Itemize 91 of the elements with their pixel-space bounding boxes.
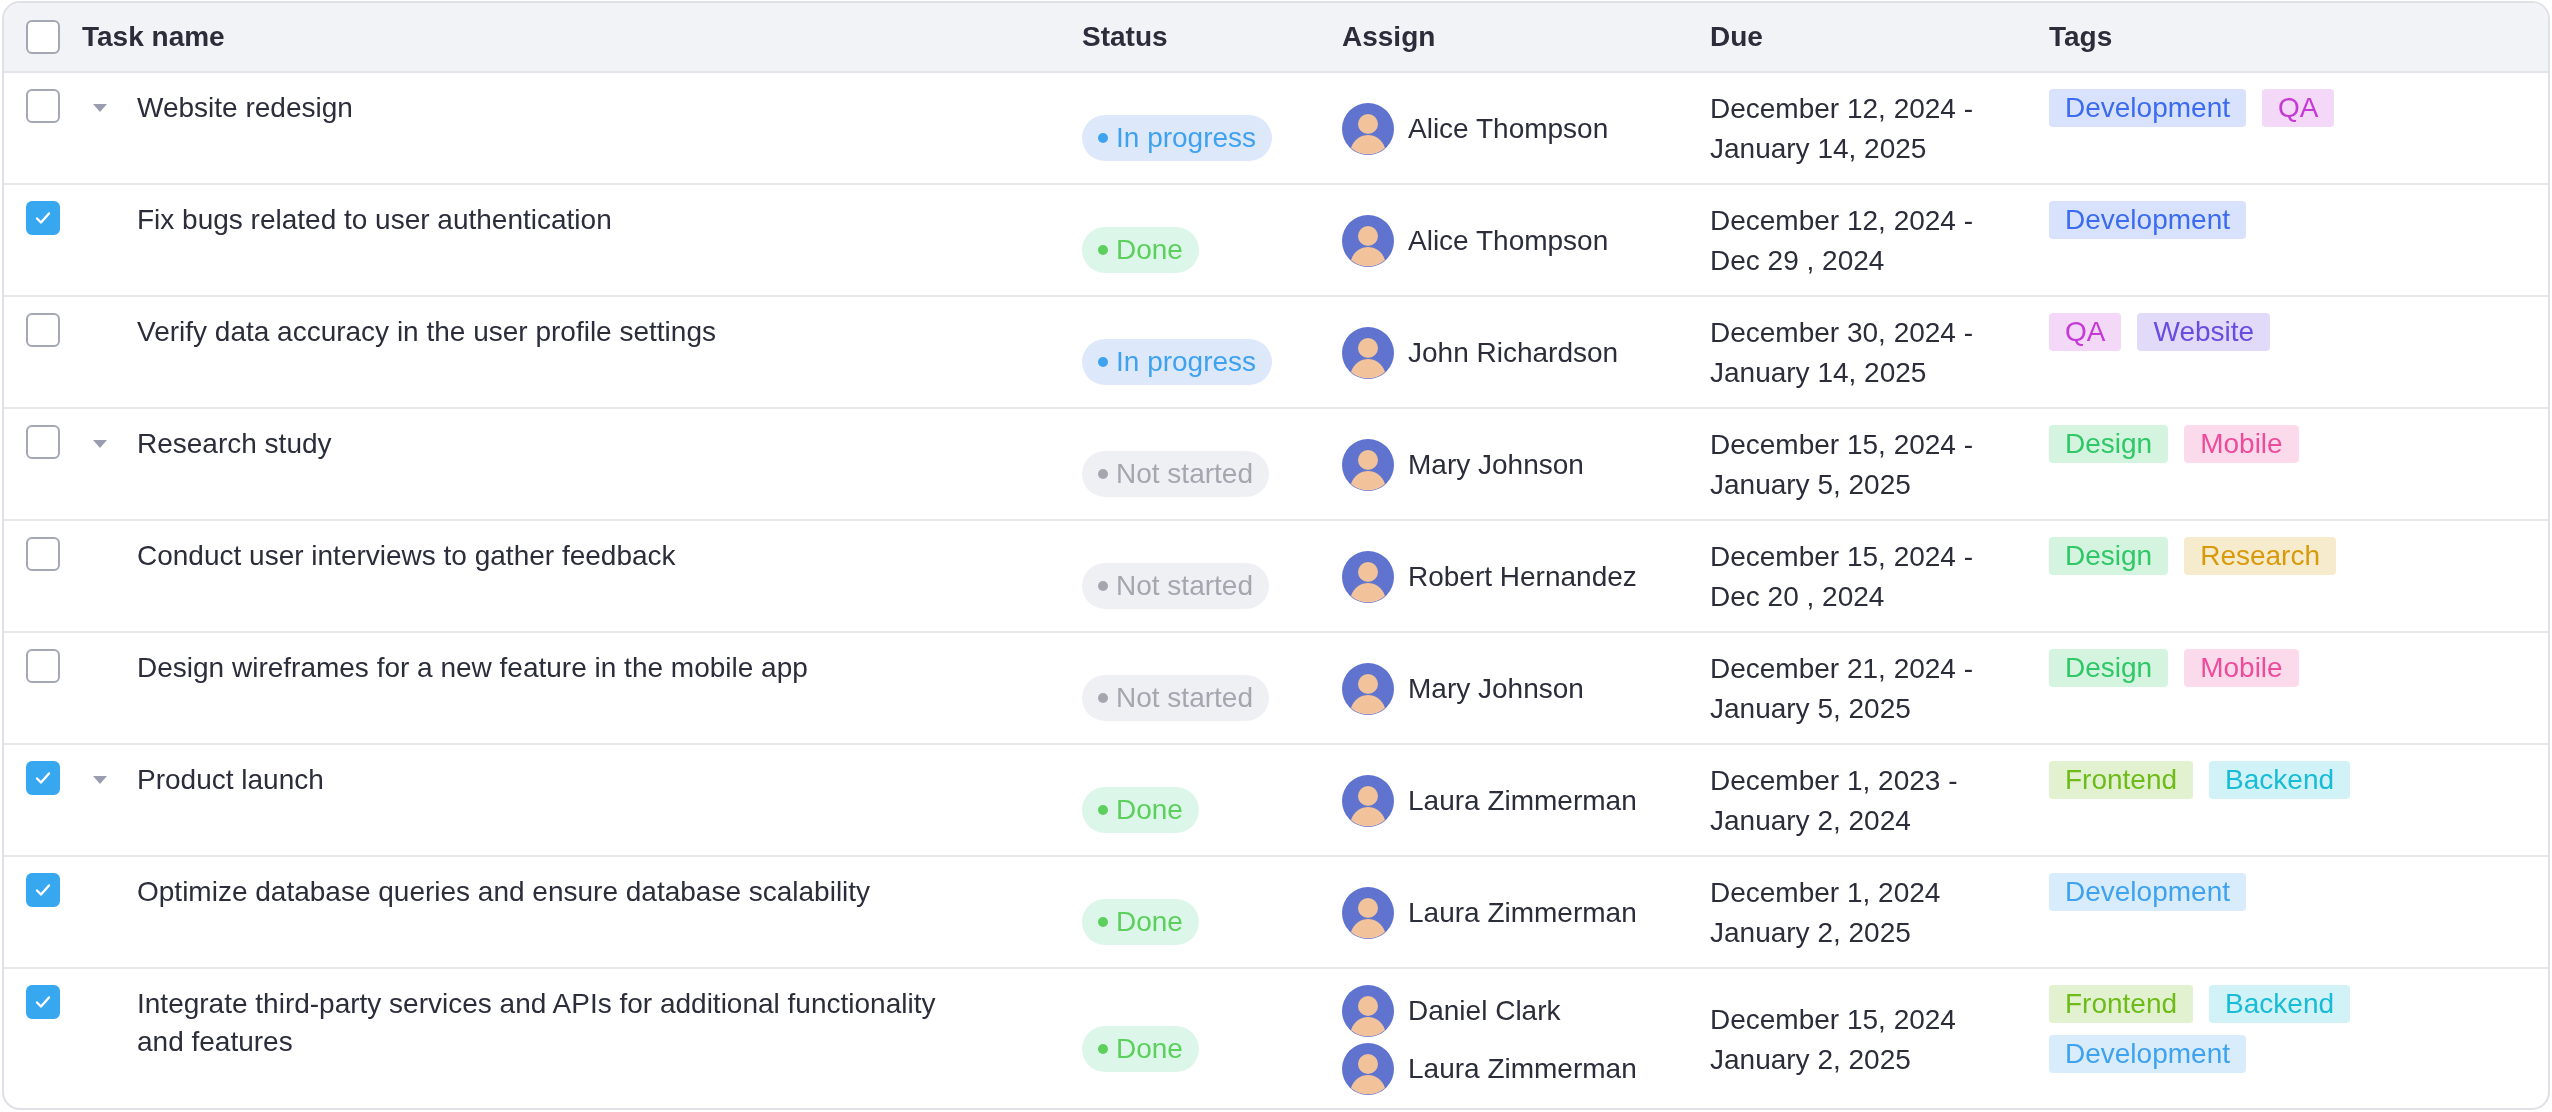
due-date: Dec 20 , 2024 xyxy=(1710,580,1886,614)
avatar-icon xyxy=(1342,551,1394,603)
tag: Website xyxy=(2137,313,2271,351)
due-date: January 2, 2025 xyxy=(1710,1043,1912,1077)
column-header[interactable]: Tags xyxy=(2049,21,2548,53)
due-date: January 14, 2025 xyxy=(1710,356,1928,390)
tag: Development xyxy=(2049,873,2246,911)
status-badge: In progress xyxy=(1082,115,1273,161)
status-badge: In progress xyxy=(1082,339,1273,385)
column-header[interactable]: Task name xyxy=(82,21,1082,53)
assignee-name: Daniel Clark xyxy=(1408,995,1561,1027)
due-date: January 14, 2025 xyxy=(1710,132,1928,166)
task-name: Product launch xyxy=(137,763,324,797)
status-badge: Not started xyxy=(1082,451,1269,497)
task-name: Design wireframes for a new feature in the mobile app xyxy=(137,651,808,685)
assignee-name: Laura Zimmerman xyxy=(1408,1053,1637,1085)
due-date: January 2, 2025 xyxy=(1710,916,1912,950)
assignee-name: Mary Johnson xyxy=(1408,673,1584,705)
avatar-icon xyxy=(1342,327,1394,379)
status-badge: Not started xyxy=(1082,675,1269,721)
assignee-name: Laura Zimmerman xyxy=(1408,785,1637,817)
task-name: Research study xyxy=(137,427,332,461)
task-name: Website redesign xyxy=(137,91,353,125)
task-name: Verify data accuracy in the user profile settings xyxy=(137,315,716,349)
due-date: January 5, 2025 xyxy=(1710,468,1912,502)
tag: Backend xyxy=(2209,761,2351,799)
avatar-icon xyxy=(1342,985,1394,1037)
assignee-name: Alice Thompson xyxy=(1408,225,1609,257)
checkbox[interactable] xyxy=(26,20,60,54)
avatar-icon xyxy=(1342,663,1394,715)
checkbox[interactable] xyxy=(26,313,60,347)
assignee-name: Alice Thompson xyxy=(1408,113,1609,145)
due-date: December 15, 2024 xyxy=(1710,1003,1957,1037)
caret-icon[interactable] xyxy=(92,103,108,113)
caret-icon[interactable] xyxy=(92,775,108,785)
column-header[interactable]: Assign xyxy=(1342,21,1710,53)
tag: QA xyxy=(2049,313,2122,351)
tag: Backend xyxy=(2209,985,2351,1023)
due-date: December 15, 2024 - xyxy=(1710,428,1975,462)
assignee-name: Laura Zimmerman xyxy=(1408,897,1637,929)
due-date: January 2, 2024 xyxy=(1710,804,1912,838)
checkbox[interactable] xyxy=(26,89,60,123)
tag: QA xyxy=(2262,89,2335,127)
avatar-icon xyxy=(1342,775,1394,827)
status-badge: Done xyxy=(1082,787,1199,833)
tag: Development xyxy=(2049,1035,2246,1073)
column-header[interactable]: Status xyxy=(1082,21,1342,53)
avatar-icon xyxy=(1342,1043,1394,1095)
task-name: Integrate third-party services and APIs for additional functionality and features xyxy=(137,987,937,1059)
due-date: December 12, 2024 - xyxy=(1710,204,1975,238)
avatar-icon xyxy=(1342,887,1394,939)
task-name: Optimize database queries and ensure database scalability xyxy=(137,875,871,909)
tag: Mobile xyxy=(2184,425,2299,463)
tag: Design xyxy=(2049,425,2169,463)
tag: Mobile xyxy=(2184,649,2299,687)
status-badge: Not started xyxy=(1082,563,1269,609)
due-date: December 15, 2024 - xyxy=(1710,540,1975,574)
due-date: January 5, 2025 xyxy=(1710,692,1912,726)
avatar-icon xyxy=(1342,215,1394,267)
task-name: Fix bugs related to user authentication xyxy=(137,203,612,237)
assignee-name: Mary Johnson xyxy=(1408,449,1584,481)
tag: Development xyxy=(2049,89,2246,127)
task-name: Conduct user interviews to gather feedback xyxy=(137,539,676,573)
avatar-icon xyxy=(1342,103,1394,155)
due-date: December 30, 2024 - xyxy=(1710,316,1975,350)
due-date: December 12, 2024 - xyxy=(1710,92,1975,126)
status-badge: Done xyxy=(1082,227,1199,273)
tag: Research xyxy=(2184,537,2336,575)
column-header[interactable]: Due xyxy=(1710,21,2049,53)
assignee-name: Robert Hernandez xyxy=(1408,561,1637,593)
checkbox[interactable] xyxy=(26,537,60,571)
checkbox[interactable] xyxy=(26,985,60,1019)
due-date: December 1, 2024 xyxy=(1710,876,1942,910)
due-date: December 21, 2024 - xyxy=(1710,652,1975,686)
checkbox[interactable] xyxy=(26,761,60,795)
tag: Design xyxy=(2049,649,2169,687)
tag: Design xyxy=(2049,537,2169,575)
checkbox[interactable] xyxy=(26,649,60,683)
checkbox[interactable] xyxy=(26,201,60,235)
checkbox[interactable] xyxy=(26,425,60,459)
caret-icon[interactable] xyxy=(92,439,108,449)
avatar-icon xyxy=(1342,439,1394,491)
tag: Development xyxy=(2049,201,2246,239)
tag: Frontend xyxy=(2049,761,2194,799)
status-badge: Done xyxy=(1082,899,1199,945)
assignee-name: John Richardson xyxy=(1408,337,1619,369)
due-date: Dec 29 , 2024 xyxy=(1710,244,1886,278)
tag: Frontend xyxy=(2049,985,2194,1023)
due-date: December 1, 2023 - xyxy=(1710,764,1959,798)
status-badge: Done xyxy=(1082,1026,1199,1072)
checkbox[interactable] xyxy=(26,873,60,907)
